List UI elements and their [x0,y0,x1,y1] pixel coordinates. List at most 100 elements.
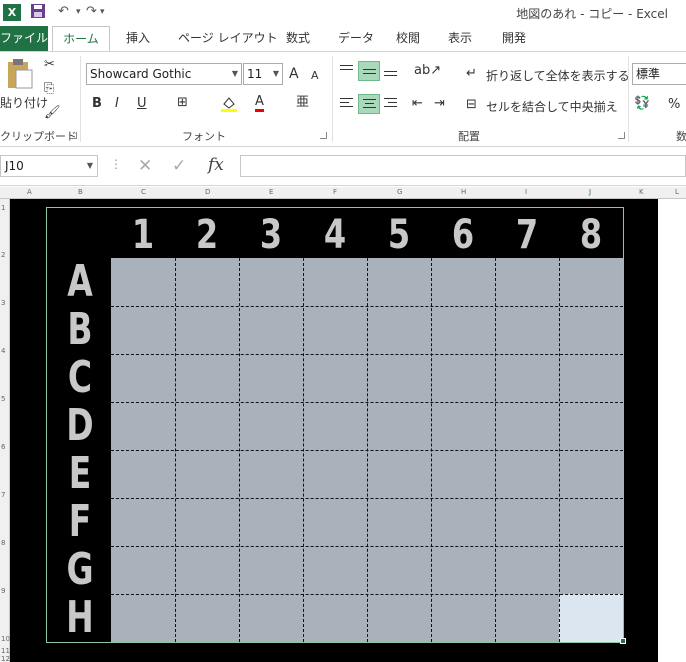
ribbon: 貼り付け ✂ ⎘ 🖌 クリップボード Showcard Gothic ▼ 11 … [0,51,686,147]
row-header[interactable]: 4 [1,347,5,355]
phonetic-icon[interactable]: 亜 [296,94,309,112]
align-bottom-button[interactable] [380,61,402,81]
align-middle-button[interactable] [358,61,380,81]
name-box[interactable]: J10 ▼ [0,155,98,177]
increase-indent-icon[interactable]: ⇥ [434,95,445,113]
column-header[interactable]: L [675,188,679,196]
wrap-text-icon: ↵ [466,66,477,81]
font-color-button[interactable]: A [255,94,264,112]
column-header[interactable]: E [269,188,273,196]
clipboard-group-label: クリップボード [0,130,77,143]
tab-data[interactable]: データ [338,26,374,51]
clipboard-launcher-icon[interactable] [70,132,77,139]
tab-home[interactable]: ホーム [52,26,110,51]
shrink-font-button[interactable]: A [311,67,319,85]
wrap-text-button[interactable]: 折り返して全体を表示する [486,67,630,84]
column-header[interactable]: I [525,188,527,196]
grow-font-button[interactable]: A [289,65,299,83]
column-header[interactable]: B [78,188,83,196]
board-column-label: 7 [515,212,539,258]
paste-button[interactable]: 貼り付け [0,94,48,111]
title-bar: X ↶ ▾ ↷ ▾ 地図のあれ - コピー - Excel [0,0,686,26]
align-center-button[interactable] [358,94,380,114]
board-grid[interactable] [111,258,623,642]
board-column-label: 3 [259,212,283,258]
align-left-button[interactable] [336,94,358,114]
column-header[interactable]: C [141,188,146,196]
column-header[interactable]: G [397,188,402,196]
formula-bar: J10 ▼ ⋮ ✕ ✓ fx [0,148,686,186]
bold-button[interactable]: B [92,95,102,113]
window-title: 地図のあれ - コピー - Excel [516,7,668,21]
row-header[interactable]: 10 [1,635,10,643]
alignment-group-label: 配置 [458,130,480,143]
tab-view[interactable]: 表示 [448,26,472,51]
row-header[interactable]: 5 [1,395,5,403]
font-size-select[interactable]: 11 ▼ [243,63,283,85]
paste-icon[interactable] [4,58,34,96]
tab-page-layout[interactable]: ページ レイアウト [178,26,278,51]
decrease-indent-icon[interactable]: ⇤ [412,95,423,113]
grid-line [559,258,560,642]
tab-insert[interactable]: 挿入 [126,26,150,51]
merge-center-button[interactable]: セルを結合して中央揃え [486,98,618,115]
tab-formulas[interactable]: 数式 [286,26,310,51]
chevron-down-icon: ▼ [231,69,238,78]
font-launcher-icon[interactable] [320,132,327,139]
customize-qat-icon[interactable]: ▾ [100,3,105,21]
border-icon[interactable]: ⊞ [177,94,188,112]
number-format-value: 標準 [636,67,661,81]
alignment-launcher-icon[interactable] [618,132,625,139]
undo-dropdown-icon[interactable]: ▾ [76,3,81,21]
board-row-label: G [66,544,94,595]
redo-icon[interactable]: ↷ [86,3,97,21]
copy-icon[interactable]: ⎘ [44,80,54,98]
chevron-down-icon: ▼ [86,161,93,170]
grid-line [175,258,176,642]
grid-line [303,258,304,642]
number-group-label: 数 [676,130,686,143]
column-header[interactable]: K [639,188,644,196]
percent-button[interactable]: % [668,96,680,114]
column-header[interactable]: D [205,188,210,196]
italic-button[interactable]: I [115,95,119,113]
number-format-select[interactable]: 標準 [632,63,686,85]
save-icon[interactable] [30,3,46,25]
orientation-icon[interactable]: ab↗ [414,62,441,80]
cancel-entry-button[interactable]: ✕ [138,156,152,176]
board-row-label: E [68,448,92,499]
board-row-label: A [67,256,93,307]
format-painter-icon[interactable]: 🖌 [44,104,61,122]
tab-review[interactable]: 校閲 [396,26,420,51]
row-header[interactable]: 12 [1,655,10,662]
row-header[interactable]: 11 [1,647,10,655]
row-header[interactable]: 3 [1,299,5,307]
align-right-button[interactable] [380,94,402,114]
row-header[interactable]: 1 [1,204,5,212]
row-header[interactable]: 9 [1,587,5,595]
accounting-format-icon[interactable]: 💱 [634,95,650,113]
insert-function-button[interactable]: fx [208,155,224,175]
fill-handle[interactable] [620,638,626,644]
underline-button[interactable]: U [137,95,147,113]
tab-file[interactable]: ファイル [0,26,48,51]
formula-input[interactable] [240,155,686,177]
row-header[interactable]: 7 [1,491,5,499]
row-header[interactable]: 6 [1,443,5,451]
row-header[interactable]: 2 [1,251,5,259]
active-cell[interactable] [559,594,623,642]
board-row-label: H [66,592,94,643]
confirm-entry-button[interactable]: ✓ [172,156,186,176]
tab-developer[interactable]: 開発 [502,26,526,51]
column-header[interactable]: H [461,188,466,196]
column-header[interactable]: F [333,188,337,196]
column-headers: A B C D E F G H I J K L [0,187,686,199]
row-header[interactable]: 8 [1,539,5,547]
font-family-select[interactable]: Showcard Gothic ▼ [86,63,242,85]
align-top-button[interactable] [336,61,358,81]
undo-icon[interactable]: ↶ [58,3,69,21]
column-header[interactable]: A [27,188,32,196]
fill-color-icon[interactable] [220,94,238,118]
cut-icon[interactable]: ✂ [44,56,55,74]
column-header[interactable]: J [589,188,591,196]
